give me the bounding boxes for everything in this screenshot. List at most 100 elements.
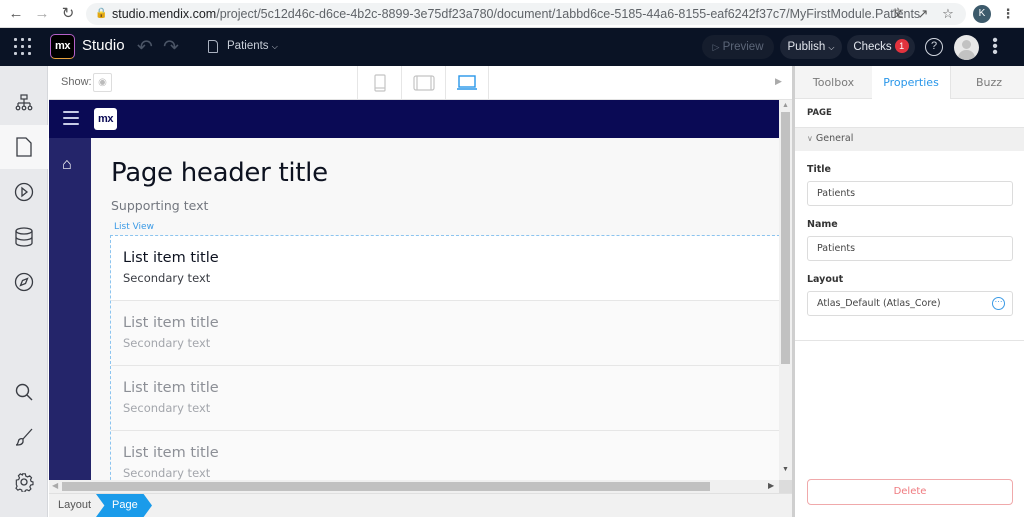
app-switcher-icon[interactable] — [14, 38, 32, 56]
preview-button[interactable]: ▷ Preview — [702, 35, 774, 59]
nav-microflows[interactable] — [0, 170, 48, 214]
bookmark-star-icon[interactable]: ☆ — [938, 4, 958, 24]
vertical-scrollbar[interactable]: ▲ ▼ — [779, 100, 792, 480]
hamburger-menu-icon[interactable] — [63, 111, 79, 125]
nav-domain-model[interactable] — [0, 215, 48, 259]
scroll-thumb[interactable] — [781, 112, 790, 364]
gear-icon — [15, 473, 34, 492]
search-icon — [15, 383, 33, 401]
scroll-thumb[interactable] — [62, 482, 710, 491]
document-name: Patients — [227, 40, 269, 52]
tab-toolbox[interactable]: Toolbox — [795, 66, 872, 99]
nav-pages[interactable] — [0, 125, 48, 169]
chevron-down-icon: ∨ — [807, 134, 813, 143]
list-item[interactable]: List item title Secondary text — [111, 236, 779, 301]
play-icon: ▷ — [712, 42, 720, 52]
scroll-corner — [779, 480, 792, 493]
list-view-label: List View — [114, 222, 154, 232]
redo-icon[interactable]: ↷ — [163, 36, 179, 59]
chevron-down-icon: ⌵ — [271, 42, 278, 51]
page-icon — [16, 137, 32, 157]
page-canvas: mx ⌂ Page header title Supporting text L… — [49, 100, 779, 480]
publish-button[interactable]: Publish ⌵ — [780, 35, 842, 59]
breadcrumb-page[interactable]: Page — [96, 494, 152, 517]
breadcrumb-layout[interactable]: Layout — [58, 499, 91, 511]
more-options-icon[interactable]: • • • — [990, 33, 1000, 61]
nav-settings[interactable] — [0, 460, 48, 504]
share-icon[interactable]: ↗ — [913, 4, 933, 24]
laptop-icon — [457, 74, 477, 90]
collapse-arrow-icon[interactable]: ▶ — [775, 76, 782, 87]
group-label: General — [815, 133, 854, 144]
page-header-title[interactable]: Page header title — [111, 158, 328, 188]
list-item-secondary: Secondary text — [123, 401, 211, 415]
device-tablet-button[interactable] — [401, 66, 445, 99]
tab-properties[interactable]: Properties — [872, 66, 950, 100]
canvas-toolbar: Show: ◉ ▶ — [49, 66, 792, 100]
list-item[interactable]: List item title Secondary text — [111, 366, 779, 431]
list-item-title: List item title — [123, 380, 219, 396]
profile-avatar[interactable]: K — [973, 5, 991, 23]
tab-buzz[interactable]: Buzz — [950, 66, 1024, 99]
studio-header: mx Studio ↶ ↷ Patients ⌵ ▷ Preview Publi… — [0, 28, 1024, 66]
list-item-secondary: Secondary text — [123, 466, 211, 480]
name-input[interactable]: Patients — [807, 236, 1013, 261]
eye-icon[interactable]: ◉ — [93, 73, 112, 92]
list-item[interactable]: List item title Secondary text — [111, 431, 779, 480]
left-navigation — [0, 66, 48, 517]
checks-label: Checks — [853, 41, 892, 53]
layout-selector[interactable]: Atlas_Default (Atlas_Core) ⋯ — [807, 291, 1013, 316]
database-icon — [15, 227, 33, 247]
scroll-left-icon[interactable]: ◀ — [52, 481, 58, 490]
brush-icon — [15, 428, 33, 446]
show-label: Show: — [61, 76, 92, 88]
back-icon[interactable]: ← — [6, 4, 26, 24]
app-sidebar: ⌂ — [49, 138, 91, 480]
scroll-up-icon[interactable]: ▲ — [782, 102, 789, 109]
translate-icon[interactable]: 文 — [888, 4, 908, 24]
device-phone-button[interactable] — [357, 66, 401, 99]
app-topbar: mx — [49, 100, 779, 138]
properties-panel: Toolbox Properties Buzz PAGE ∨ General T… — [792, 66, 1024, 517]
device-desktop-button[interactable] — [445, 66, 489, 99]
scroll-right-icon[interactable]: ▶ — [768, 481, 774, 490]
list-item-secondary: Secondary text — [123, 271, 211, 285]
tablet-icon — [412, 74, 435, 91]
ellipsis-icon[interactable]: ⋯ — [992, 297, 1005, 310]
breadcrumb: Layout Page — [49, 493, 792, 517]
play-circle-icon — [14, 182, 34, 202]
user-avatar[interactable] — [954, 35, 979, 60]
layout-label: Layout — [807, 274, 844, 285]
nav-explorer[interactable] — [0, 260, 48, 304]
delete-button[interactable]: Delete — [807, 479, 1013, 505]
horizontal-scrollbar[interactable]: ◀ ▶ — [49, 480, 779, 493]
section-header: PAGE — [795, 100, 1024, 128]
undo-icon[interactable]: ↶ — [137, 36, 153, 59]
checks-button[interactable]: Checks 1 — [847, 35, 915, 59]
nav-search[interactable] — [0, 370, 48, 414]
document-selector[interactable]: Patients ⌵ — [227, 40, 278, 52]
nav-theme[interactable] — [0, 415, 48, 459]
layout-value: Atlas_Default (Atlas_Core) — [817, 298, 941, 309]
reload-icon[interactable]: ↻ — [58, 4, 78, 24]
list-item-title: List item title — [123, 250, 219, 266]
help-icon[interactable]: ? — [925, 38, 943, 56]
title-label: Title — [807, 164, 831, 175]
title-input[interactable]: Patients — [807, 181, 1013, 206]
list-item-title: List item title — [123, 315, 219, 331]
supporting-text[interactable]: Supporting text — [111, 198, 208, 213]
browser-menu-icon[interactable]: ⋮ — [998, 4, 1018, 24]
divider — [795, 340, 1024, 341]
checks-badge: 1 — [894, 39, 909, 53]
list-view[interactable]: List item title Secondary text List item… — [110, 235, 779, 480]
list-item[interactable]: List item title Secondary text — [111, 301, 779, 366]
address-bar[interactable]: 🔒 studio.mendix.com/project/5c12d46c-d6c… — [86, 3, 966, 25]
url-host: studio.mendix.com — [112, 7, 217, 21]
scroll-down-icon[interactable]: ▼ — [782, 466, 789, 473]
publish-label: Publish — [787, 41, 826, 53]
nav-navigation[interactable] — [0, 81, 48, 125]
group-general[interactable]: ∨ General — [795, 128, 1024, 151]
forward-icon[interactable]: → — [32, 4, 52, 24]
document-icon — [208, 40, 218, 53]
home-icon[interactable]: ⌂ — [62, 156, 72, 174]
